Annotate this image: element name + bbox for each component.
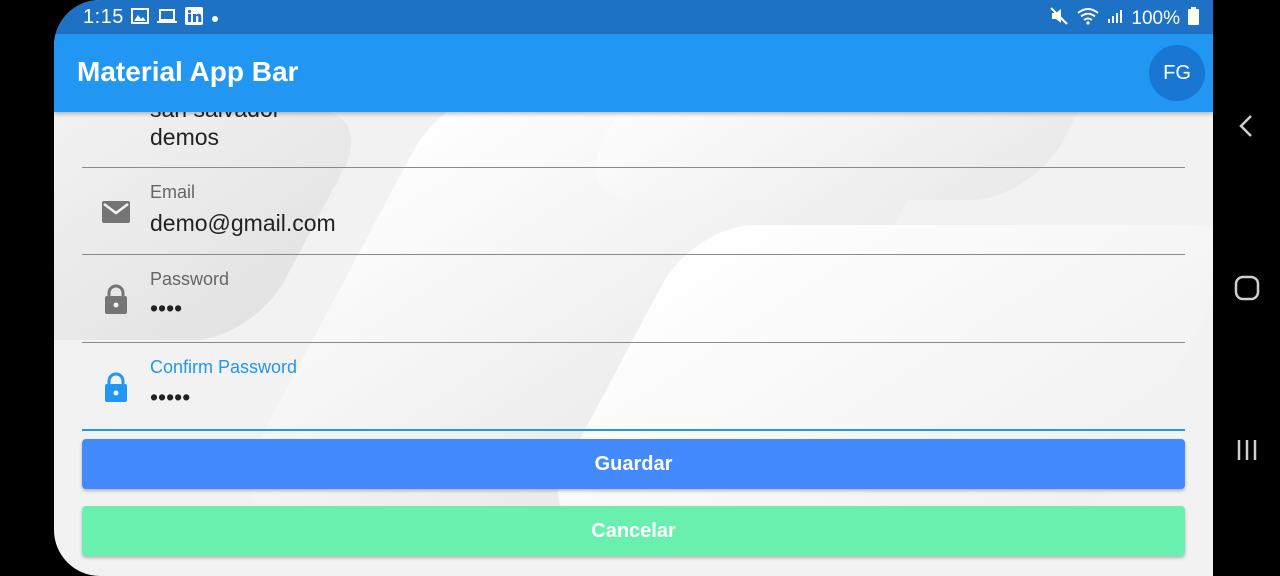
gallery-icon — [131, 8, 149, 29]
avatar[interactable]: FG — [1149, 45, 1205, 101]
app-bar: Material App Bar FG — [54, 34, 1213, 112]
confirm-password-field[interactable]: Confirm Password ••••• — [82, 343, 1185, 431]
lock-icon — [100, 371, 132, 403]
save-button-label: Guardar — [594, 452, 673, 475]
cancel-button-label: Cancelar — [591, 519, 676, 542]
confirm-password-label: Confirm Password — [150, 357, 298, 377]
password-value: •••• — [150, 295, 183, 321]
status-time: 1:15 — [83, 6, 124, 28]
phone-screen: 1:15 100% Material App Bar FG demos Emai… — [54, 0, 1213, 576]
linkedin-icon — [185, 7, 203, 30]
wifi-icon — [1077, 7, 1100, 31]
app-bar-title: Material App Bar — [77, 56, 299, 87]
signal-icon — [1107, 8, 1123, 30]
confirm-password-value: ••••• — [150, 384, 191, 410]
battery-icon — [1188, 7, 1199, 31]
address-value: demos — [150, 124, 220, 150]
laptop-icon — [157, 8, 177, 29]
mute-icon — [1049, 6, 1069, 32]
back-icon[interactable] — [1231, 110, 1263, 142]
email-value: demo@gmail.com — [150, 210, 336, 236]
battery-level: 100% — [1131, 8, 1180, 29]
navigation-bar — [1213, 0, 1280, 576]
home-icon[interactable] — [1231, 272, 1263, 304]
lock-icon — [100, 283, 132, 315]
cancel-button[interactable]: Cancelar — [82, 506, 1185, 556]
status-bar: 1:15 100% — [54, 0, 1213, 34]
recents-icon[interactable] — [1231, 434, 1263, 466]
password-field[interactable]: Password •••• — [82, 255, 1185, 343]
save-button[interactable]: Guardar — [82, 439, 1185, 489]
email-label: Email — [150, 182, 196, 202]
email-field[interactable]: Email demo@gmail.com — [82, 168, 1185, 255]
mail-icon — [100, 196, 132, 228]
avatar-initials: FG — [1163, 61, 1191, 84]
notification-dot-icon — [211, 10, 219, 28]
password-label: Password — [150, 269, 230, 289]
